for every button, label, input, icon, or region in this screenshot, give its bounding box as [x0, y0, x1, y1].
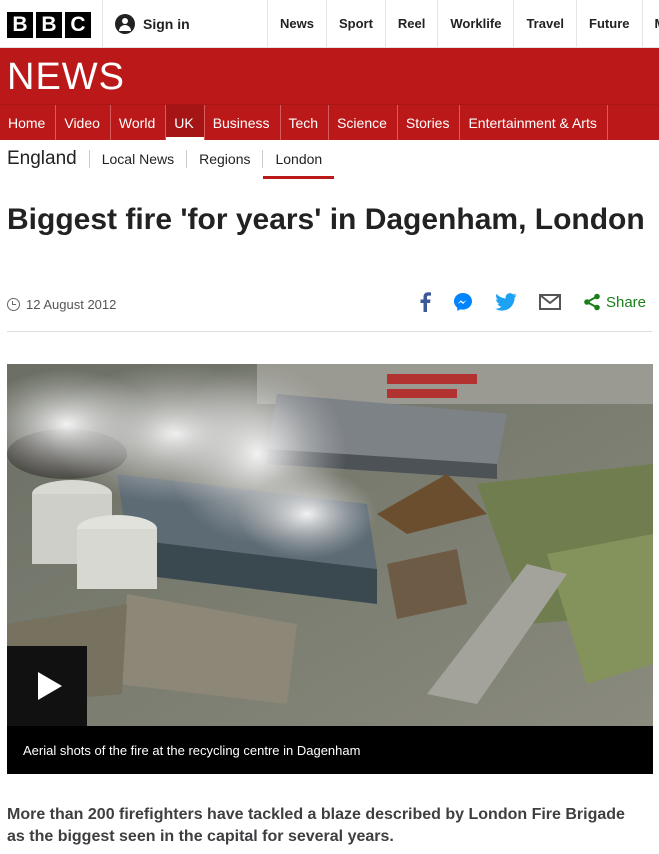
sub-nav: England Local News Regions London — [0, 140, 659, 179]
news-banner: NEWS — [0, 48, 659, 104]
top-nav-news[interactable]: News — [267, 0, 326, 47]
bbc-logo-letter: B — [7, 12, 33, 38]
article-date: 12 August 2012 — [7, 297, 116, 312]
play-button[interactable] — [7, 646, 87, 726]
top-nav-more[interactable]: M — [641, 0, 659, 47]
top-nav-future[interactable]: Future — [576, 0, 641, 47]
email-icon[interactable] — [538, 294, 561, 310]
media-caption: Aerial shots of the fire at the recyclin… — [7, 726, 653, 774]
share-button[interactable]: Share — [583, 293, 646, 311]
article-headline: Biggest fire 'for years' in Dagenham, Lo… — [7, 203, 645, 236]
sign-in-label: Sign in — [143, 15, 190, 32]
facebook-icon[interactable] — [419, 292, 431, 312]
user-icon — [115, 13, 135, 34]
section-nav: Home Video World UK Business Tech Scienc… — [0, 104, 659, 140]
article-intro: More than 200 firefighters have tackled … — [7, 806, 625, 845]
section-nav-tech[interactable]: Tech — [281, 105, 330, 140]
top-nav: News Sport Reel Worklife Travel Future M — [267, 0, 659, 47]
top-nav-sport[interactable]: Sport — [325, 0, 385, 47]
section-nav-stories[interactable]: Stories — [398, 105, 461, 140]
sign-in-button[interactable]: Sign in — [102, 0, 267, 47]
top-nav-worklife[interactable]: Worklife — [437, 0, 513, 47]
clock-icon — [7, 298, 20, 311]
section-nav-uk[interactable]: UK — [166, 105, 205, 140]
share-icon — [584, 293, 600, 311]
section-nav-world[interactable]: World — [111, 105, 167, 140]
bbc-logo-letter: C — [65, 12, 91, 38]
section-nav-business[interactable]: Business — [205, 105, 281, 140]
sub-nav-regions[interactable]: Regions — [187, 150, 264, 168]
twitter-icon[interactable] — [495, 293, 517, 311]
top-nav-travel[interactable]: Travel — [513, 0, 576, 47]
sub-nav-london[interactable]: London — [263, 150, 334, 179]
section-nav-video[interactable]: Video — [56, 105, 111, 140]
video-player[interactable]: Aerial shots of the fire at the recyclin… — [7, 364, 653, 774]
region-title[interactable]: England — [0, 149, 90, 168]
news-logo[interactable]: NEWS — [7, 56, 125, 99]
section-nav-entertainment-arts[interactable]: Entertainment & Arts — [460, 105, 608, 140]
share-tools: Share — [419, 292, 646, 312]
aerial-fire-image — [7, 364, 653, 726]
sub-nav-local-news[interactable]: Local News — [90, 150, 188, 168]
bbc-logo-letter: B — [36, 12, 62, 38]
messenger-icon[interactable] — [453, 292, 473, 312]
bbc-top-bar: B B C Sign in News Sport Reel Worklife T… — [0, 0, 659, 48]
date-text: 12 August 2012 — [26, 297, 117, 312]
share-label: Share — [605, 293, 646, 311]
article-meta: 12 August 2012 Share — [7, 292, 652, 332]
top-nav-reel[interactable]: Reel — [384, 0, 437, 47]
section-nav-home[interactable]: Home — [0, 105, 57, 140]
section-nav-science[interactable]: Science — [329, 105, 398, 140]
bbc-logo[interactable]: B B C — [7, 12, 91, 38]
